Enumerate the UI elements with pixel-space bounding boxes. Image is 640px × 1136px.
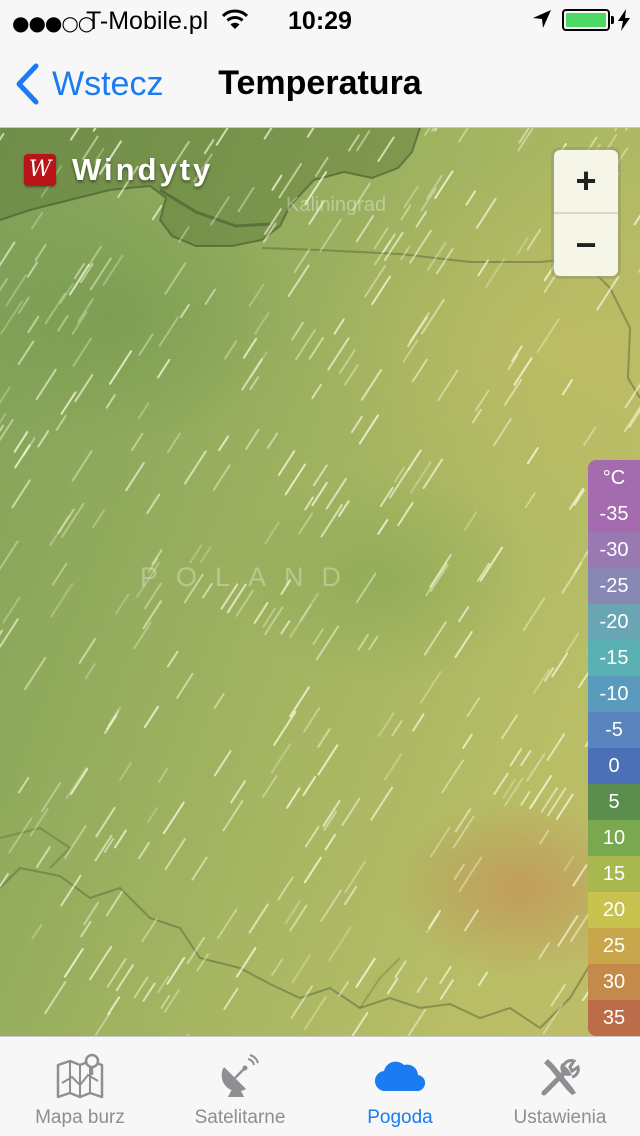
location-arrow-icon [533, 10, 551, 28]
legend-item: 35 [588, 1000, 640, 1036]
legend-item: -20 [588, 604, 640, 640]
weather-map[interactable]: W Windyty Kaliningrad POLAND + − °C -35-… [0, 128, 640, 1036]
cloud-icon [374, 1061, 426, 1092]
tab-label: Pogoda [367, 1107, 433, 1128]
tab-satelitarne[interactable]: Satelitarne [160, 1037, 320, 1136]
legend-unit: °C [588, 460, 640, 496]
legend-item: 30 [588, 964, 640, 1000]
legend-item: 15 [588, 856, 640, 892]
tab-pogoda[interactable]: Pogoda [320, 1037, 480, 1136]
zoom-in-button[interactable]: + [554, 150, 618, 214]
tab-ustawienia[interactable]: Ustawienia [480, 1037, 640, 1136]
tab-label: Ustawienia [513, 1107, 607, 1128]
legend-item: -35 [588, 496, 640, 532]
zoom-out-button[interactable]: − [554, 214, 618, 276]
legend-item: 25 [588, 928, 640, 964]
windyty-logo-icon: W [24, 154, 56, 186]
legend-item: -5 [588, 712, 640, 748]
legend-item: 10 [588, 820, 640, 856]
legend-item: -25 [588, 568, 640, 604]
status-bar: ●●●○○ T-Mobile.pl 10:29 [0, 0, 640, 40]
legend-item: -10 [588, 676, 640, 712]
brand-name: Windyty [72, 152, 214, 187]
legend-item: 20 [588, 892, 640, 928]
zoom-control: + − [554, 150, 618, 276]
legend-item: -15 [588, 640, 640, 676]
city-label: Kaliningrad [286, 194, 387, 216]
tab-label: Mapa burz [35, 1107, 125, 1128]
tab-bar: Mapa burz Satelitarne Pogoda Ustawienia [0, 1036, 640, 1136]
satellite-dish-icon [221, 1054, 259, 1097]
navigation-bar: Wstecz Temperatura [0, 40, 640, 128]
tab-mapa-burz[interactable]: Mapa burz [0, 1037, 160, 1136]
battery-icon [562, 9, 610, 31]
map-icon [56, 1053, 104, 1099]
tools-icon [541, 1059, 580, 1096]
battery-tip [611, 16, 614, 24]
tab-label: Satelitarne [194, 1107, 286, 1128]
temperature-legend: °C -35 -30 -25 -20 -15 -10 -5 0 5 10 15 20 25 30 35 [588, 460, 640, 1036]
country-label: POLAND [140, 562, 360, 592]
legend-item: 5 [588, 784, 640, 820]
windyty-logo: W Windyty [24, 152, 213, 188]
charging-bolt-icon [618, 9, 630, 31]
legend-item: -30 [588, 532, 640, 568]
legend-item: 0 [588, 748, 640, 784]
page-title: Temperatura [218, 64, 422, 102]
